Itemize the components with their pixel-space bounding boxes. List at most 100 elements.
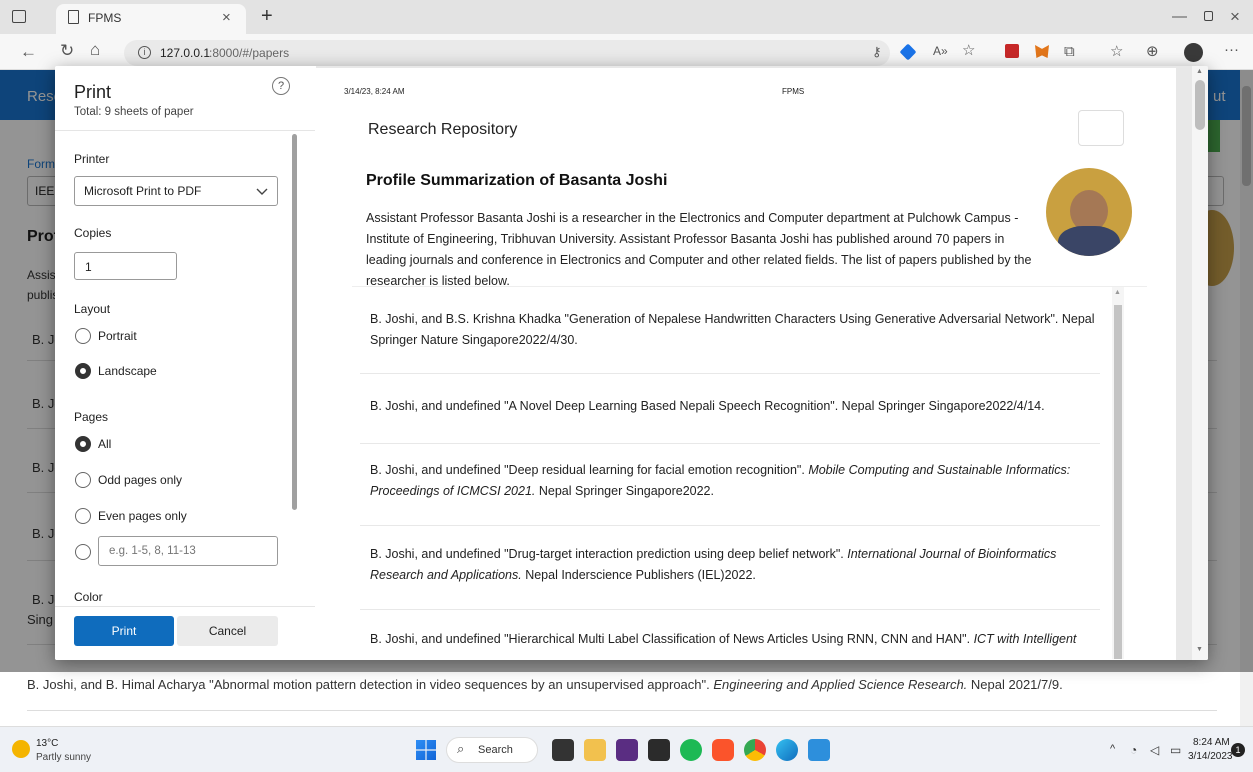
scroll-up-icon[interactable]: ▲ [1196,68,1203,75]
app-icon[interactable] [616,739,638,761]
preview-paper-list: B. Joshi, and B.S. Krishna Khadka "Gener… [352,286,1147,659]
browser-tab[interactable] [56,4,246,34]
notification-badge[interactable]: 1 [1231,743,1245,757]
print-button[interactable]: Print [74,616,174,646]
favorite-icon[interactable]: ☆ [962,43,975,58]
search-icon: ⌕ [457,741,465,756]
home-icon[interactable]: ⌂ [90,41,100,58]
chrome-icon[interactable] [744,739,766,761]
collections-icon[interactable]: ⊕ [1146,44,1159,59]
divider [360,609,1100,610]
file-explorer-icon[interactable] [584,739,606,761]
clock-date[interactable]: 3/14/2023 [1188,751,1233,762]
landscape-label: Landscape [98,364,157,378]
back-icon[interactable]: ← [20,43,37,60]
battery-icon[interactable]: ▭ [1170,743,1181,757]
print-dialog: Print Total: 9 sheets of paper ? Printer… [55,66,1208,660]
read-aloud-icon[interactable]: A» [933,45,948,57]
even-pages-label: Even pages only [98,509,187,523]
close-window-icon[interactable]: × [1230,8,1240,25]
printer-label: Printer [74,152,110,166]
key-icon[interactable]: ⚷ [872,45,882,58]
custom-pages-input[interactable] [98,536,278,566]
landscape-radio[interactable] [75,363,91,379]
volume-icon[interactable]: ◁ [1150,743,1159,757]
search-label: Search [478,744,513,756]
preview-header-title: FPMS [782,87,805,96]
paper-text: B. Joshi, and B.S. Krishna Khadka "Gener… [370,312,1095,347]
weather-temp[interactable]: 13°C [36,738,58,749]
preview-date: 3/14/23, 8:24 AM [344,87,405,96]
odd-pages-radio[interactable] [75,472,91,488]
more-icon[interactable]: ··· [1224,42,1239,57]
preview-scrollbar[interactable] [1192,66,1208,660]
extensions-icon[interactable]: ⧉ [1064,44,1075,59]
divider [55,130,315,131]
task-view-icon[interactable] [552,739,574,761]
chevron-down-icon [256,188,268,195]
weather-desc[interactable]: Partly sunny [36,752,91,763]
refresh-icon[interactable]: ↻ [60,42,74,59]
site-info-icon[interactable]: i [138,46,151,59]
tray-chevron-icon[interactable]: ^ [1110,743,1115,755]
preview-scrollbar-thumb[interactable] [1195,80,1205,130]
paper-item: B. Joshi, and undefined "A Novel Deep Le… [370,396,1110,417]
profile-photo [1046,168,1132,256]
custom-pages-radio[interactable] [75,544,91,560]
preview-profile-desc: Assistant Professor Basanta Joshi is a r… [366,211,1032,288]
favorites-icon[interactable]: ☆ [1110,44,1123,59]
portrait-label: Portrait [98,329,137,343]
divider [27,710,1217,711]
spotify-icon[interactable] [680,739,702,761]
profile-avatar[interactable] [1184,43,1203,62]
paper-item: B. Joshi, and undefined "Deep residual l… [370,460,1110,502]
tab-title: FPMS [88,11,122,25]
divider [360,443,1100,444]
extension-icon[interactable] [1005,44,1019,58]
vscode-icon[interactable] [808,739,830,761]
citation-row: B. Joshi, and B. Himal Acharya "Abnormal… [27,677,1063,692]
preview-profile-title: Profile Summarization of Basanta Joshi [366,172,668,189]
even-pages-radio[interactable] [75,508,91,524]
divider [360,525,1100,526]
wifi-icon[interactable]: ◔ [1130,743,1137,757]
portrait-radio[interactable] [75,328,91,344]
edge-icon[interactable] [776,739,798,761]
url-host: 127.0.0.1 [160,46,211,60]
help-icon[interactable]: ? [272,77,290,95]
cancel-button[interactable]: Cancel [177,616,278,646]
restore-icon[interactable] [1204,11,1213,21]
new-tab-icon[interactable]: + [261,6,273,26]
paper-item: B. Joshi, and B.S. Krishna Khadka "Gener… [370,309,1110,351]
tab-actions-icon[interactable] [12,10,26,23]
clock-time[interactable]: 8:24 AM [1193,737,1230,748]
paper-item: B. Joshi, and undefined "Hierarchical Mu… [370,629,1110,650]
printer-value: Microsoft Print to PDF [84,184,202,198]
paper-text: B. Joshi, and undefined "A Novel Deep Le… [370,399,1045,413]
minimize-icon[interactable]: — [1172,9,1187,24]
settings-scrollbar[interactable] [292,134,297,510]
brave-icon[interactable] [712,739,734,761]
pages-all-label: All [98,437,112,451]
pages-all-radio[interactable] [75,436,91,452]
paper-journal: ICT with Intelligent [973,632,1077,646]
close-tab-icon[interactable]: × [222,10,231,25]
terminal-icon[interactable] [648,739,670,761]
paper-text: B. Joshi, and undefined "Deep residual l… [370,463,809,477]
citation-journal: Engineering and Applied Science Research… [713,677,968,692]
sheet-total: Total: 9 sheets of paper [74,106,194,118]
print-preview-pane: 3/14/23, 8:24 AM FPMS Research Repositor… [316,66,1208,660]
layout-label: Layout [74,302,111,316]
url-path: :8000/#/papers [209,46,290,60]
divider [55,606,315,607]
scroll-up-icon[interactable]: ▲ [1114,289,1121,296]
preview-header-box [1078,110,1124,146]
print-settings-panel: Print Total: 9 sheets of paper ? Printer… [55,66,315,660]
copies-label: Copies [74,226,112,240]
preview-site-title: Research Repository [368,121,518,138]
scroll-down-icon[interactable]: ▼ [1196,646,1203,653]
citation-text: B. Joshi, and B. Himal Acharya "Abnormal… [27,677,710,692]
list-scrollbar-thumb[interactable] [1114,305,1122,659]
paper-item: B. Joshi, and undefined "Drug-target int… [370,544,1110,586]
page-icon [68,10,79,24]
